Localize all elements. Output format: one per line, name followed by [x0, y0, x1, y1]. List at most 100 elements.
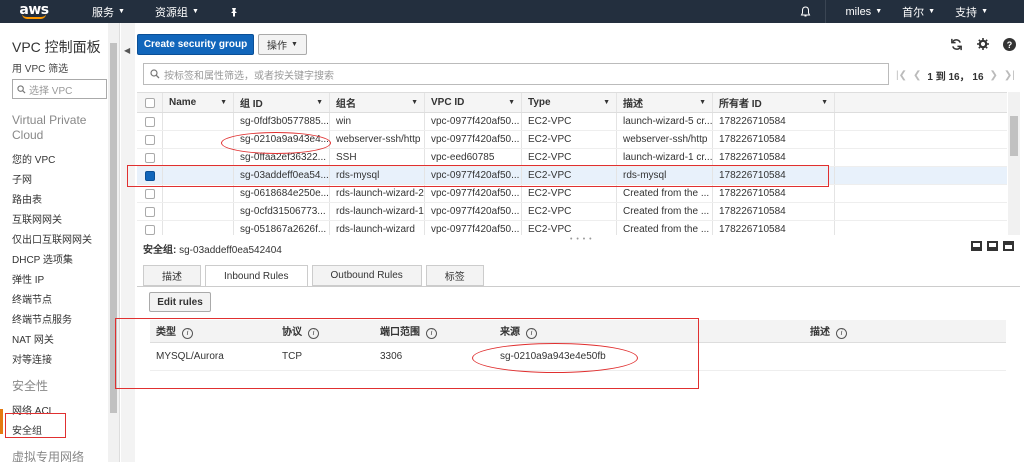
cell-name — [163, 185, 234, 202]
row-checkbox[interactable] — [145, 170, 155, 181]
tab-inbound-rules[interactable]: Inbound Rules — [205, 265, 308, 287]
col-group-id[interactable]: 组 ID ▼ — [234, 93, 330, 112]
info-icon[interactable]: i — [526, 328, 537, 339]
info-icon[interactable]: i — [426, 328, 437, 339]
cell-description: Created from the ... — [617, 185, 713, 202]
table-row[interactable]: sg-0618684e250e... rds-launch-wizard-2 vpc… — [137, 185, 1007, 203]
info-icon[interactable]: i — [308, 328, 319, 339]
tab-description[interactable]: 描述 — [143, 265, 201, 286]
support-menu[interactable]: 支持 ▼ — [955, 4, 988, 20]
table-row[interactable]: sg-051867a2626f... rds-launch-wizard vpc-0… — [137, 221, 1007, 235]
row-checkbox[interactable] — [145, 116, 155, 127]
last-page-icon[interactable]: ❯| — [1004, 70, 1015, 81]
scrollbar-thumb[interactable] — [110, 43, 117, 413]
sidebar-scrollbar[interactable] — [108, 23, 119, 462]
cell-owner-id: 178226710584 — [713, 203, 835, 220]
sidebar-item-dhcp-options[interactable]: DHCP 选项集 — [12, 251, 108, 266]
table-row[interactable]: sg-0fdf3b0577885... win vpc-0977f420af50..… — [137, 113, 1007, 131]
select-all-checkbox[interactable] — [145, 97, 155, 108]
layout-toggle-group — [971, 241, 1014, 251]
cell-vpc-id: vpc-0977f420af50... — [425, 203, 522, 220]
cell-spacer — [835, 113, 1005, 130]
table-row[interactable]: sg-0210a9a943e4... webserver-ssh/http vpc-… — [137, 131, 1007, 149]
sidebar-item-internet-gateways[interactable]: 互联网网关 — [12, 211, 108, 226]
vpc-filter-select[interactable]: 选择 VPC — [12, 79, 107, 99]
first-page-icon[interactable]: |❮ — [896, 70, 907, 81]
search-input[interactable]: 按标签和属性筛选，或者按关键字搜索 — [143, 63, 889, 85]
pin-icon[interactable] — [229, 7, 239, 17]
sidebar-item-nat-gateways[interactable]: NAT 网关 — [12, 331, 108, 346]
create-security-group-button[interactable]: Create security group — [137, 34, 254, 55]
region-menu[interactable]: 首尔 ▼ — [902, 4, 935, 20]
row-select-cell — [137, 113, 163, 130]
col-owner-id[interactable]: 所有者 ID ▼ — [713, 93, 835, 112]
page-range: 1 到 16， 16 — [927, 72, 984, 83]
user-label: miles — [845, 5, 872, 18]
tab-outbound-rules[interactable]: Outbound Rules — [311, 265, 422, 286]
gear-icon[interactable] — [977, 38, 989, 54]
sidebar-section-security: 安全性 — [12, 379, 49, 393]
sidebar-item-peering[interactable]: 对等连接 — [12, 351, 108, 366]
info-icon[interactable]: i — [836, 328, 847, 339]
user-menu[interactable]: miles ▼ — [846, 6, 883, 18]
sidebar-active-indicator — [0, 409, 3, 434]
layout-top-icon[interactable] — [1003, 241, 1014, 251]
cell-description: rds-mysql — [617, 167, 713, 184]
edit-rules-button[interactable]: Edit rules — [149, 292, 211, 312]
layout-split-icon[interactable] — [987, 241, 998, 251]
row-checkbox[interactable] — [145, 188, 155, 199]
cell-spacer — [835, 149, 1005, 166]
layout-bottom-icon[interactable] — [971, 241, 982, 251]
table-row[interactable]: sg-0cfd31506773... rds-launch-wizard-1 vpc… — [137, 203, 1007, 221]
help-icon[interactable]: ? — [1003, 38, 1016, 51]
bell-icon[interactable] — [800, 5, 811, 18]
sidebar-item-security-groups[interactable]: 安全组 — [12, 422, 108, 437]
pane-splitter-handle[interactable]: • • • • — [570, 236, 593, 243]
sidebar-item-route-tables[interactable]: 路由表 — [12, 191, 108, 206]
sidebar-title[interactable]: VPC 控制面板 — [12, 37, 108, 57]
cell-vpc-id: vpc-0977f420af50... — [425, 131, 522, 148]
sort-icon: ▼ — [316, 99, 323, 106]
sidebar-section-vpc: Virtual Private Cloud — [12, 113, 87, 142]
rule-col-protocol: 协议 i — [276, 323, 374, 339]
refresh-icon[interactable] — [950, 38, 963, 54]
row-checkbox[interactable] — [145, 224, 155, 235]
sidebar-item-your-vpcs[interactable]: 您的 VPC — [12, 151, 108, 166]
vpc-filter-label: 用 VPC 筛选 — [12, 64, 69, 75]
search-icon — [17, 84, 26, 94]
prev-page-icon[interactable]: ❮ — [913, 70, 921, 81]
cell-group-name: SSH — [330, 149, 425, 166]
sidebar-item-egress-only-gateways[interactable]: 仅出口互联网网关 — [12, 231, 108, 246]
services-menu[interactable]: 服务 ▼ — [92, 4, 125, 20]
sidebar-item-elastic-ips[interactable]: 弹性 IP — [12, 271, 108, 286]
row-checkbox[interactable] — [145, 206, 155, 217]
col-group-name[interactable]: 组名 ▼ — [330, 93, 425, 112]
next-page-icon[interactable]: ❯ — [990, 70, 998, 81]
sidebar-item-network-acls[interactable]: 网络 ACL — [12, 402, 108, 417]
actions-button[interactable]: 操作 ▼ — [258, 34, 307, 55]
actions-label: 操作 — [267, 41, 288, 52]
sidebar-collapse-toggle[interactable]: ◀ — [121, 23, 135, 462]
row-checkbox[interactable] — [145, 134, 155, 145]
table-scrollbar[interactable] — [1008, 92, 1020, 235]
row-checkbox[interactable] — [145, 152, 155, 163]
table-row[interactable]: sg-0ffaa2ef36322... SSH vpc-eed60785 EC2-VP… — [137, 149, 1007, 167]
table-row[interactable]: sg-03addeff0ea54... rds-mysql vpc-0977f420… — [137, 167, 1007, 185]
sidebar-item-subnets[interactable]: 子网 — [12, 171, 108, 186]
col-label: 组 ID — [240, 99, 263, 110]
aws-logo[interactable]: aws — [0, 3, 60, 19]
resource-groups-menu[interactable]: 资源组 ▼ — [155, 4, 199, 20]
tab-tags[interactable]: 标签 — [425, 265, 484, 286]
cell-group-id: sg-0cfd31506773... — [234, 203, 330, 220]
table-header: Name ▼ 组 ID ▼ 组名 ▼ VPC ID ▼ Type ▼ 描述 ▼ 所有者 ID… — [137, 93, 1007, 113]
scrollbar-thumb[interactable] — [1010, 116, 1018, 156]
col-vpc-id[interactable]: VPC ID ▼ — [425, 93, 522, 112]
col-type[interactable]: Type ▼ — [522, 93, 617, 112]
info-icon[interactable]: i — [182, 328, 193, 339]
sidebar-item-endpoints[interactable]: 终端节点 — [12, 291, 108, 306]
col-description[interactable]: 描述 ▼ — [617, 93, 713, 112]
col-name[interactable]: Name ▼ — [163, 93, 234, 112]
sidebar-item-endpoint-services[interactable]: 终端节点服务 — [12, 311, 108, 326]
rule-source: sg-0210a9a943e4e50fb — [500, 351, 606, 362]
col-label: Type — [528, 97, 551, 108]
